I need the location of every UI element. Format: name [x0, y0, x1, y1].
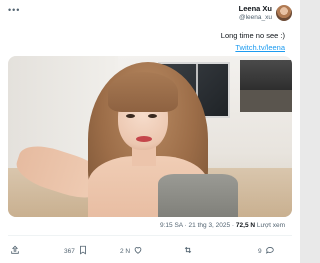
- tweet-header: Leena Xu @leena_xu: [239, 2, 292, 24]
- bookmark-count: 367: [64, 247, 75, 255]
- tweet-link[interactable]: Twitch.tv/leena: [221, 42, 285, 54]
- views-count: 72,5 N: [235, 222, 256, 229]
- display-name[interactable]: Leena Xu: [239, 4, 272, 13]
- reply-button[interactable]: 9: [258, 245, 275, 257]
- photo-top: [158, 174, 238, 217]
- author-names[interactable]: Leena Xu @leena_xu: [239, 4, 272, 22]
- photo-cabinet-lower: [240, 90, 292, 112]
- tweet-text: Long time no see :) Twitch.tv/leena: [221, 30, 285, 54]
- like-count: 2 N: [120, 247, 131, 255]
- action-bar: 367 2 N 9: [0, 240, 300, 262]
- photo-eye-left: [126, 114, 135, 118]
- reply-count: 9: [258, 247, 262, 255]
- views-label: Lượt xem: [255, 222, 285, 229]
- retweet-icon: [183, 245, 193, 257]
- tweet-meta: 9:15 SA · 21 thg 3, 2025 · 72,5 N Lượt x…: [160, 222, 285, 229]
- like-button[interactable]: 2 N: [120, 245, 143, 257]
- divider: [8, 235, 292, 236]
- more-dots-icon[interactable]: •••: [8, 6, 22, 15]
- tweet-photo[interactable]: [8, 56, 292, 217]
- share-button[interactable]: [10, 245, 20, 257]
- tweet-card: ••• Leena Xu @leena_xu Long time no see …: [0, 0, 300, 263]
- avatar[interactable]: [276, 5, 292, 21]
- handle[interactable]: @leena_xu: [239, 13, 272, 22]
- photo-cabinet: [240, 60, 292, 90]
- photo-lips: [136, 136, 152, 142]
- reply-icon: [265, 245, 275, 257]
- bookmark-icon: [78, 245, 88, 257]
- photo-eye-right: [148, 114, 157, 118]
- bookmark-button[interactable]: 367: [64, 245, 88, 257]
- retweet-button[interactable]: [180, 245, 193, 257]
- share-icon: [10, 245, 20, 257]
- tweet-body: Long time no see :): [220, 31, 285, 40]
- tweet-timestamp[interactable]: 9:15 SA · 21 thg 3, 2025 ·: [160, 222, 236, 229]
- heart-icon: [133, 245, 143, 257]
- photo-bangs: [108, 72, 178, 112]
